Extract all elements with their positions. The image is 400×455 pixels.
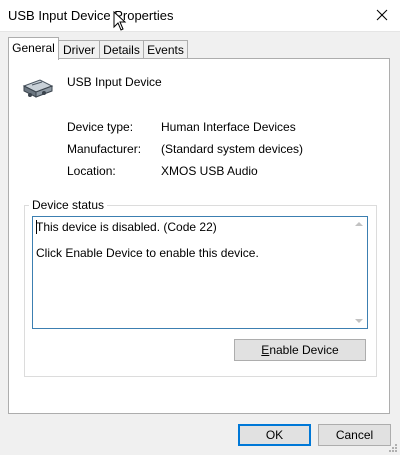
device-type-value: Human Interface Devices	[161, 120, 296, 134]
scroll-up-icon[interactable]	[355, 222, 363, 226]
status-scrollbar[interactable]	[351, 217, 367, 328]
title-bar[interactable]: USB Input Device Properties	[0, 0, 400, 32]
tab-details[interactable]: Details	[99, 40, 144, 59]
device-type-label: Device type:	[67, 120, 134, 134]
device-name: USB Input Device	[67, 75, 162, 89]
window-title: USB Input Device Properties	[8, 8, 174, 23]
device-status-textbox[interactable]: This device is disabled. (Code 22) Click…	[32, 216, 368, 329]
close-icon	[376, 9, 388, 21]
scroll-down-icon[interactable]	[355, 319, 363, 323]
tab-general[interactable]: General	[8, 37, 59, 60]
tab-events[interactable]: Events	[143, 40, 188, 59]
device-status-label: Device status	[29, 198, 108, 212]
location-value: XMOS USB Audio	[161, 164, 258, 178]
manufacturer-label: Manufacturer:	[67, 142, 142, 156]
enable-device-button[interactable]: Enable Device	[234, 339, 366, 361]
tab-driver[interactable]: Driver	[58, 40, 100, 59]
usb-device-icon	[22, 79, 54, 98]
manufacturer-value: (Standard system devices)	[161, 142, 304, 156]
status-instruction: Click Enable Device to enable this devic…	[36, 246, 259, 260]
close-button[interactable]	[364, 0, 400, 31]
text-caret	[36, 220, 37, 234]
location-label: Location:	[67, 164, 116, 178]
status-message: This device is disabled. (Code 22)	[36, 220, 217, 234]
enable-device-label-rest: nable Device	[269, 343, 339, 357]
cancel-button[interactable]: Cancel	[318, 424, 391, 446]
ok-button[interactable]: OK	[238, 424, 311, 446]
